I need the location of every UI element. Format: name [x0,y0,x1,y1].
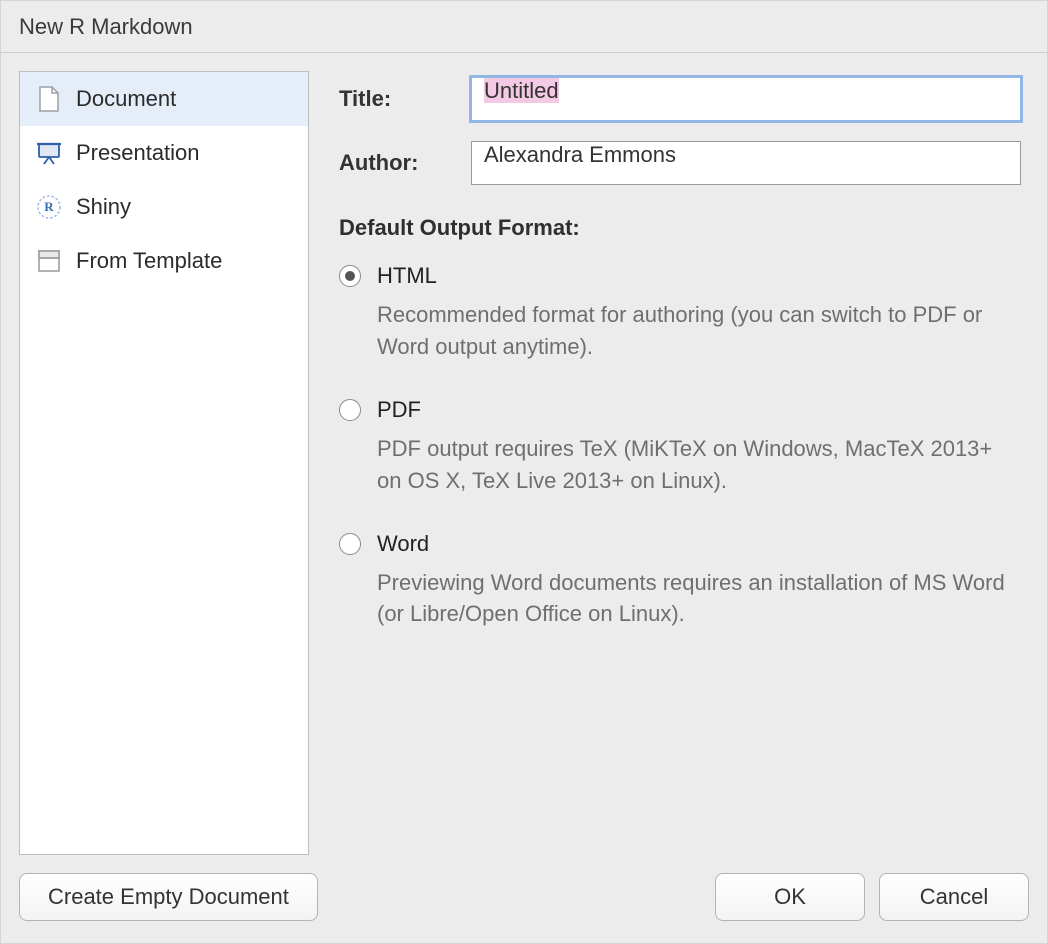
radio-button-pdf[interactable] [339,399,361,421]
title-input[interactable]: Untitled [471,77,1021,121]
dialog-body: Document Presentation R [1,53,1047,855]
radio-label: HTML [377,263,437,289]
sidebar-item-shiny[interactable]: R Shiny [20,180,308,234]
radio-description: Recommended format for authoring (you ca… [377,299,1017,363]
radio-row[interactable]: PDF [339,397,1021,423]
radio-option-pdf: PDF PDF output requires TeX (MiKTeX on W… [339,397,1021,497]
titlebar: New R Markdown [1,1,1047,53]
sidebar-item-document[interactable]: Document [20,72,308,126]
template-icon [36,248,62,274]
window-title: New R Markdown [19,14,193,40]
sidebar: Document Presentation R [19,71,309,855]
sidebar-item-presentation[interactable]: Presentation [20,126,308,180]
footer: Create Empty Document OK Cancel [1,855,1047,943]
cancel-button[interactable]: Cancel [879,873,1029,921]
author-label: Author: [339,150,471,176]
radio-label: Word [377,531,429,557]
document-icon [36,86,62,112]
sidebar-item-label: Shiny [76,194,131,220]
title-label: Title: [339,86,471,112]
radio-option-word: Word Previewing Word documents requires … [339,531,1021,631]
radio-label: PDF [377,397,421,423]
radio-option-html: HTML Recommended format for authoring (y… [339,263,1021,363]
sidebar-item-label: Document [76,86,176,112]
author-input[interactable]: Alexandra Emmons [471,141,1021,185]
radio-row[interactable]: HTML [339,263,1021,289]
radio-button-html[interactable] [339,265,361,287]
output-format-heading: Default Output Format: [339,215,1021,241]
presentation-icon [36,140,62,166]
ok-button[interactable]: OK [715,873,865,921]
sidebar-item-label: Presentation [76,140,200,166]
radio-description: Previewing Word documents requires an in… [377,567,1017,631]
svg-text:R: R [44,199,54,214]
sidebar-item-label: From Template [76,248,222,274]
author-row: Author: Alexandra Emmons [339,141,1021,185]
author-input-value: Alexandra Emmons [484,142,676,167]
radio-button-word[interactable] [339,533,361,555]
title-input-value: Untitled [484,78,559,103]
create-empty-document-button[interactable]: Create Empty Document [19,873,318,921]
shiny-icon: R [36,194,62,220]
sidebar-item-from-template[interactable]: From Template [20,234,308,288]
radio-description: PDF output requires TeX (MiKTeX on Windo… [377,433,1017,497]
radio-row[interactable]: Word [339,531,1021,557]
content-pane: Title: Untitled Author: Alexandra Emmons… [339,71,1029,855]
title-row: Title: Untitled [339,77,1021,121]
new-rmarkdown-dialog: New R Markdown Document [0,0,1048,944]
